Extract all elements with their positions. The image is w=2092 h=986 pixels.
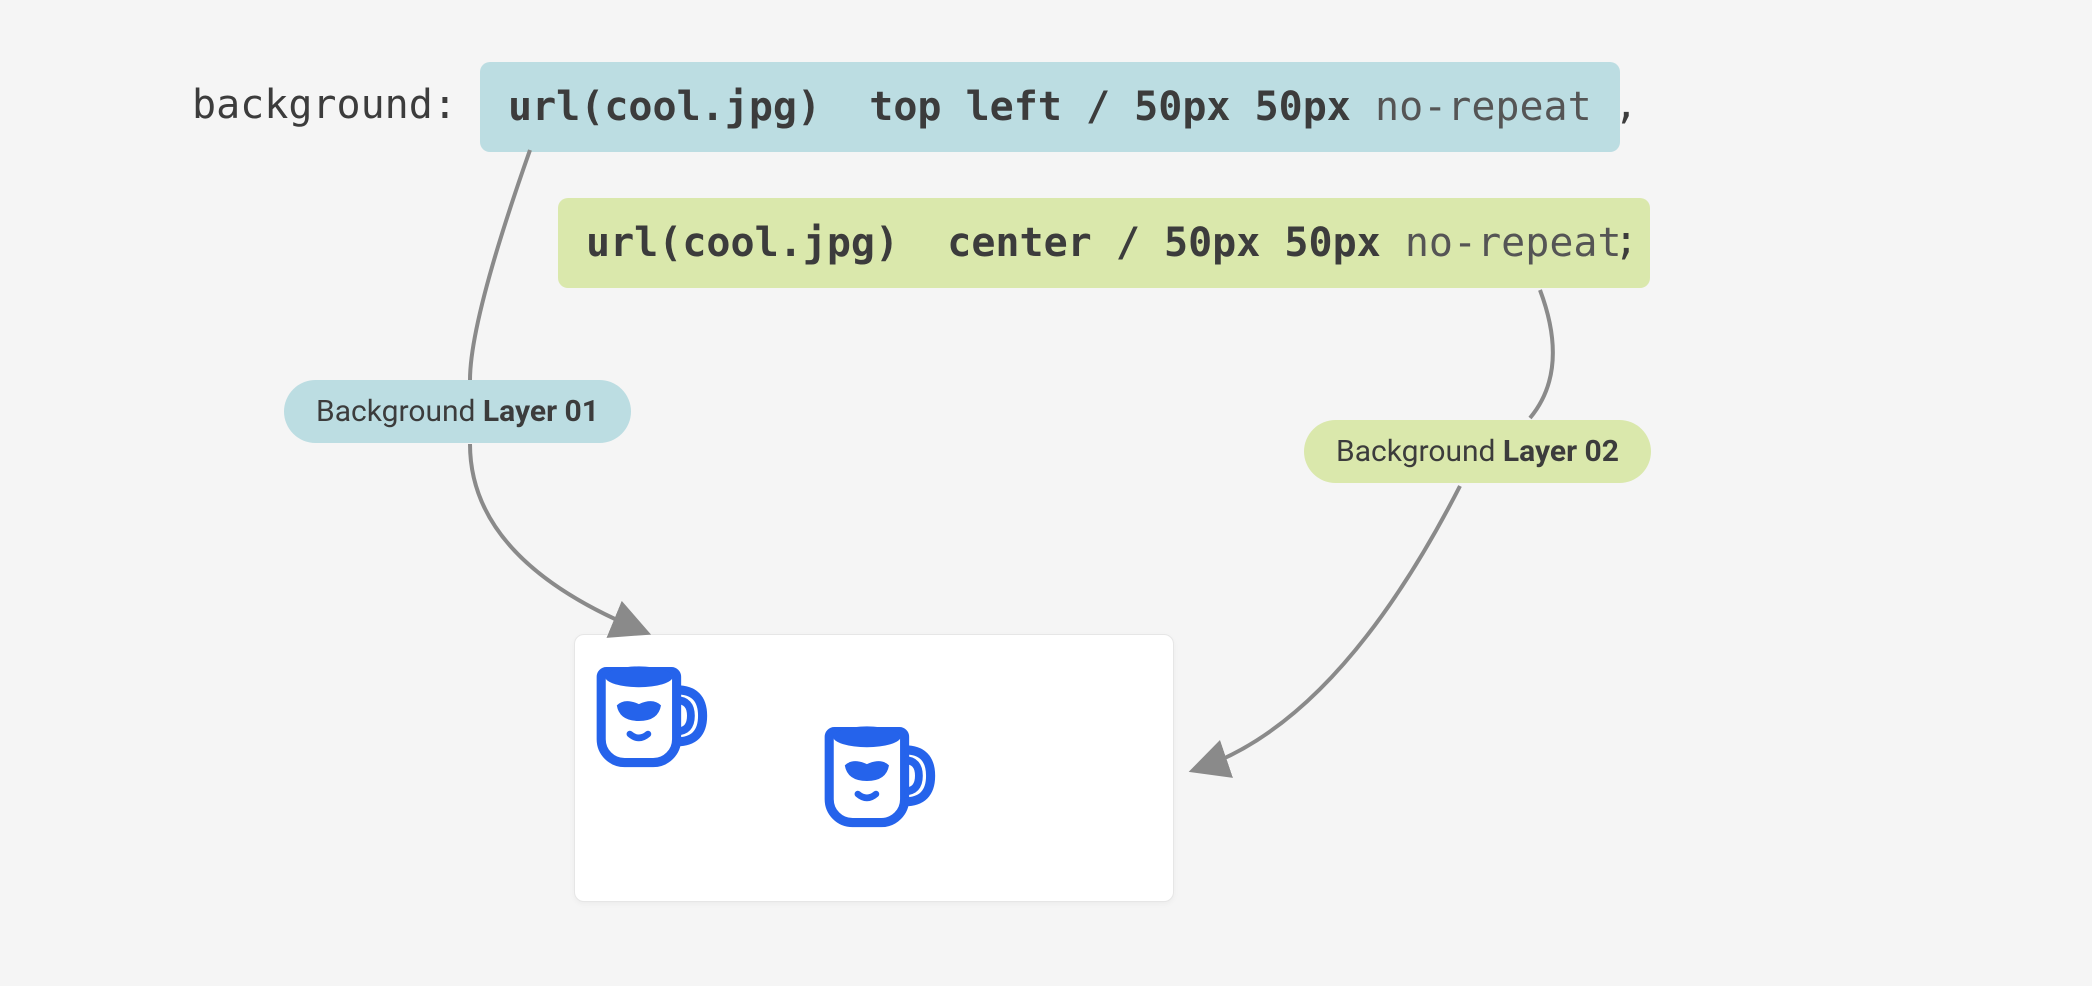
layer1-url: url(cool.jpg) bbox=[508, 84, 821, 130]
mug-icon bbox=[811, 703, 941, 833]
diagram-canvas: background: url(cool.jpg) top left / 50p… bbox=[0, 0, 2092, 986]
layer1-trailing-comma: , bbox=[1614, 82, 1638, 128]
css-property-name: background: bbox=[192, 82, 457, 128]
layer2-url: url(cool.jpg) bbox=[586, 220, 899, 266]
layer2-trailing-semicolon: ; bbox=[1614, 218, 1638, 264]
layer2-label-bold: Layer 02 bbox=[1503, 434, 1619, 469]
layer2-repeat: no-repeat bbox=[1405, 220, 1622, 266]
layer2-label-pill: Background Layer 02 bbox=[1304, 420, 1651, 483]
layer1-label-prefix: Background bbox=[316, 394, 483, 429]
mug-icon bbox=[583, 643, 713, 773]
layer1-code-block: url(cool.jpg) top left / 50px 50px no-re… bbox=[480, 62, 1620, 152]
layer1-position-size: top left / 50px 50px bbox=[869, 84, 1351, 130]
layer2-code-block: url(cool.jpg) center / 50px 50px no-repe… bbox=[558, 198, 1650, 288]
layer1-repeat: no-repeat bbox=[1375, 84, 1592, 130]
layer1-label-bold: Layer 01 bbox=[483, 394, 599, 429]
layer2-label-prefix: Background bbox=[1336, 434, 1503, 469]
layer2-position-size: center / 50px 50px bbox=[947, 220, 1380, 266]
layer1-label-pill: Background Layer 01 bbox=[284, 380, 631, 443]
result-preview-box bbox=[574, 634, 1174, 902]
